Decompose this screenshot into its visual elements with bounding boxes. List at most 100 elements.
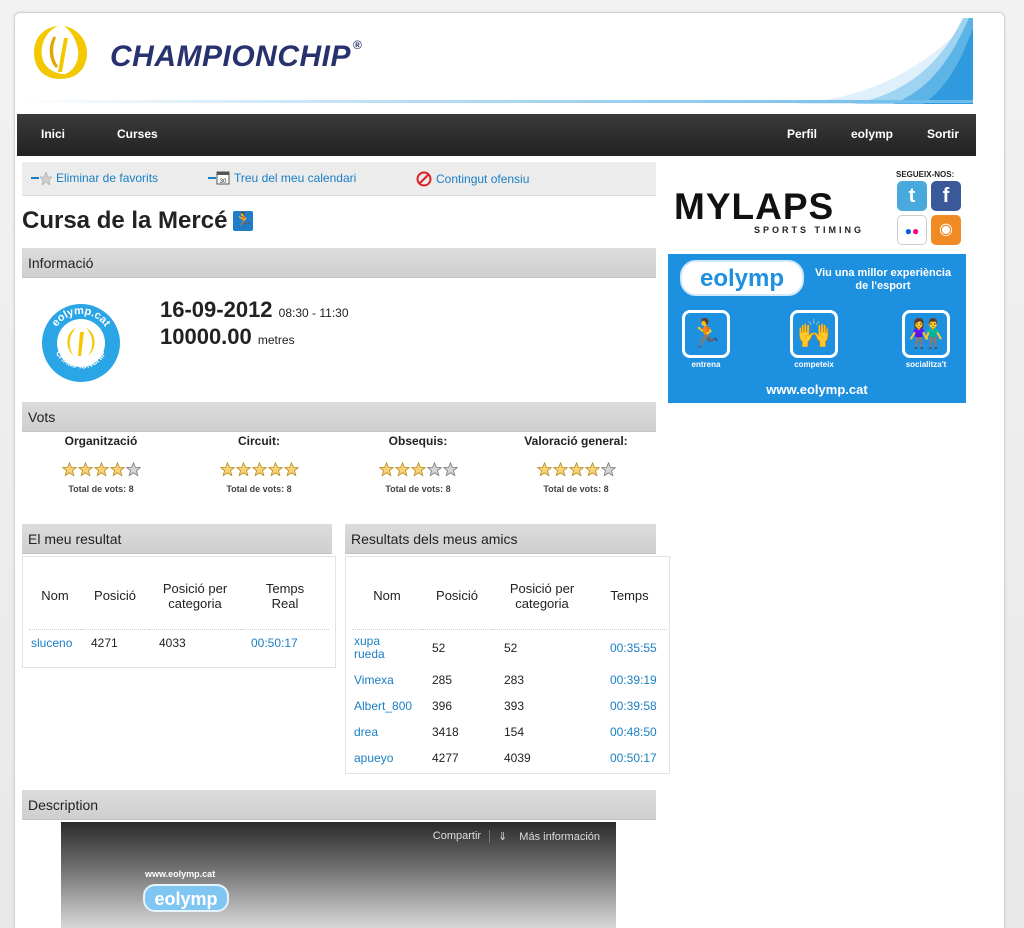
friend-cat: 393 bbox=[504, 699, 525, 713]
vote-label: Organització bbox=[64, 434, 138, 448]
star-filled-icon[interactable] bbox=[77, 462, 93, 477]
banner-feature-competeix: 🙌 competeix bbox=[786, 310, 842, 369]
twitter-icon[interactable]: t bbox=[897, 181, 927, 211]
race-date: 16-09-2012 08:30 - 11:30 bbox=[160, 297, 349, 322]
description-heading: Description bbox=[22, 790, 656, 820]
friend-name-link[interactable]: Vimexa bbox=[354, 673, 394, 687]
friend-pos: 4277 bbox=[432, 751, 459, 765]
star-filled-icon[interactable] bbox=[584, 462, 600, 477]
star-empty-icon[interactable] bbox=[600, 462, 616, 477]
friends-results-table: Nom Posició Posició per categoria Temps … bbox=[352, 563, 667, 771]
friend-pos: 396 bbox=[432, 699, 453, 713]
championchip-logo-icon[interactable] bbox=[28, 20, 92, 86]
star-rating[interactable] bbox=[26, 462, 176, 478]
distance-unit: metres bbox=[257, 333, 295, 347]
my-result-panel: Nom Posició Posició per categoria Temps … bbox=[22, 556, 336, 668]
star-filled-icon[interactable] bbox=[394, 462, 410, 477]
star-filled-icon[interactable] bbox=[235, 462, 251, 477]
star-filled-icon[interactable] bbox=[93, 462, 109, 477]
header-underline bbox=[18, 100, 973, 103]
star-rating[interactable] bbox=[501, 462, 651, 478]
my-result-table: Nom Posició Posició per categoria Temps … bbox=[29, 563, 329, 657]
result-cat: 4033 bbox=[159, 636, 186, 651]
friend-time-link[interactable]: 00:50:17 bbox=[610, 751, 657, 765]
runner-icon: 🏃 bbox=[682, 310, 730, 358]
table-row: Albert_800 396 393 00:39:58 bbox=[352, 693, 667, 719]
star-empty-icon[interactable] bbox=[426, 462, 442, 477]
nav-inici[interactable]: Inici bbox=[41, 127, 65, 141]
eolymp-pill-logo: eolymp bbox=[680, 260, 804, 296]
remove-calendar-link[interactable]: 30 Treu del meu calendari bbox=[208, 171, 356, 185]
header-swoosh-decoration bbox=[793, 18, 973, 104]
col-posicio-categoria: Posició per categoria bbox=[509, 580, 575, 611]
star-filled-icon[interactable] bbox=[552, 462, 568, 477]
star-rating[interactable] bbox=[184, 462, 334, 478]
star-filled-icon[interactable] bbox=[219, 462, 235, 477]
race-time: 08:30 - 11:30 bbox=[278, 306, 349, 320]
friend-time-link[interactable]: 00:39:58 bbox=[610, 699, 657, 713]
star-filled-icon[interactable] bbox=[568, 462, 584, 477]
nav-sortir[interactable]: Sortir bbox=[927, 127, 959, 141]
description-video[interactable]: Compartir ⇓ Más información www.eolymp.ca… bbox=[61, 822, 616, 928]
report-offensive-link[interactable]: Contingut ofensiu bbox=[416, 171, 529, 187]
eolymp-ad-banner[interactable]: eolymp Viu una millor experiència de l'e… bbox=[668, 254, 966, 403]
video-url-text: www.eolymp.cat bbox=[145, 869, 216, 879]
friend-name-link[interactable]: Albert_800 bbox=[354, 699, 412, 713]
star-filled-icon[interactable] bbox=[378, 462, 394, 477]
star-filled-icon[interactable] bbox=[283, 462, 299, 477]
col-temps-real: Temps Real bbox=[265, 580, 305, 611]
banner-feature-socialitza: 👫 socialitza't bbox=[898, 310, 954, 369]
table-row: drea 3418 154 00:48:50 bbox=[352, 719, 667, 745]
info-section-heading: Informació bbox=[22, 248, 656, 278]
mylaps-logo[interactable]: MYLAPS SPORTS TIMING bbox=[674, 186, 896, 238]
winner-icon: 🙌 bbox=[790, 310, 838, 358]
star-filled-icon[interactable] bbox=[410, 462, 426, 477]
nav-user-eolymp[interactable]: eolymp bbox=[851, 127, 893, 141]
star-empty-icon[interactable] bbox=[442, 462, 458, 477]
result-pos: 4271 bbox=[91, 636, 118, 651]
star-filled-icon[interactable] bbox=[536, 462, 552, 477]
friend-time-link[interactable]: 00:39:19 bbox=[610, 673, 657, 687]
nav-curses[interactable]: Curses bbox=[117, 127, 158, 141]
star-filled-icon[interactable] bbox=[109, 462, 125, 477]
race-distance: 10000.00 metres bbox=[160, 324, 295, 349]
facebook-icon[interactable]: f bbox=[931, 181, 961, 211]
vote-count: Total de vots: 8 bbox=[68, 484, 134, 494]
table-row: Vimexa 285 283 00:39:19 bbox=[352, 667, 667, 693]
table-row: apueyo 4277 4039 00:50:17 bbox=[352, 745, 667, 771]
remove-favorites-link[interactable]: Eliminar de favorits bbox=[30, 171, 158, 185]
race-title: Cursa de la Mercé 🏃 bbox=[22, 207, 254, 234]
star-empty-icon[interactable] bbox=[125, 462, 141, 477]
col-posicio: Posició bbox=[436, 588, 478, 604]
nav-perfil[interactable]: Perfil bbox=[787, 127, 817, 141]
table-row: sluceno 4271 4033 00:50:17 bbox=[29, 629, 329, 657]
flickr-icon[interactable]: ●● bbox=[897, 215, 927, 245]
friend-name-link[interactable]: drea bbox=[354, 725, 378, 739]
result-time-link[interactable]: 00:50:17 bbox=[251, 636, 298, 650]
brand-name[interactable]: CHAMPIONCHIP ® bbox=[110, 38, 362, 74]
friend-name-link[interactable]: apueyo bbox=[354, 751, 393, 765]
vote-obsequis: Obsequis: Total de vots: 8 bbox=[343, 434, 493, 494]
rss-icon[interactable]: ◉ bbox=[931, 215, 961, 245]
result-name-link[interactable]: sluceno bbox=[31, 636, 72, 650]
friend-cat: 52 bbox=[504, 641, 518, 656]
vote-label: Circuit: bbox=[238, 434, 280, 448]
video-more-info-button[interactable]: ⇓ Más información bbox=[489, 829, 616, 843]
friend-time-link[interactable]: 00:35:55 bbox=[610, 641, 657, 655]
friend-name-link[interactable]: xupa rueda bbox=[354, 635, 394, 661]
col-nom: Nom bbox=[373, 588, 401, 604]
col-posicio: Posició bbox=[94, 588, 136, 604]
col-temps: Temps bbox=[610, 588, 649, 604]
vote-label: Obsequis: bbox=[388, 434, 448, 448]
star-filled-icon[interactable] bbox=[251, 462, 267, 477]
video-share-button[interactable]: Compartir bbox=[425, 830, 489, 842]
friend-time-link[interactable]: 00:48:50 bbox=[610, 725, 657, 739]
main-navbar: Inici Curses Perfil eolymp Sortir bbox=[17, 114, 976, 156]
vote-count: Total de vots: 8 bbox=[226, 484, 292, 494]
friends-results-panel: Nom Posició Posició per categoria Temps … bbox=[345, 556, 670, 774]
friend-cat: 154 bbox=[504, 725, 525, 739]
star-filled-icon[interactable] bbox=[61, 462, 77, 477]
svg-text:30: 30 bbox=[220, 179, 227, 185]
star-rating[interactable] bbox=[343, 462, 493, 478]
star-filled-icon[interactable] bbox=[267, 462, 283, 477]
